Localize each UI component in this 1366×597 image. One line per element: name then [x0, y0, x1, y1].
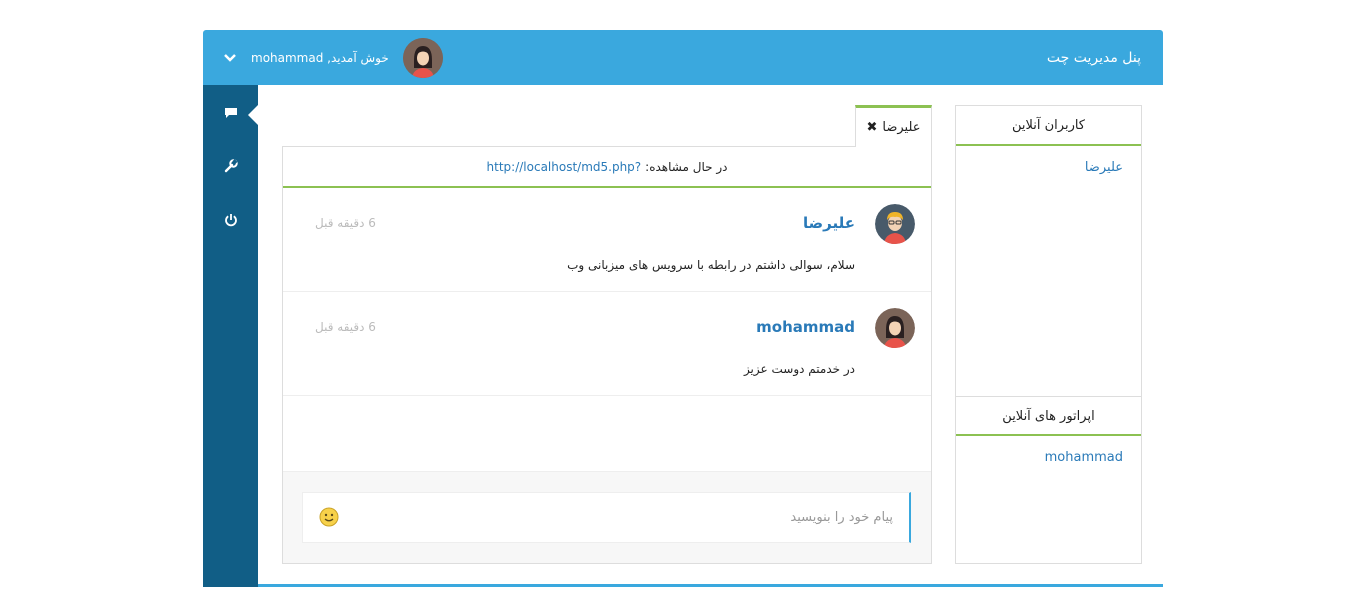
welcome-text: خوش آمدید, mohammad [251, 51, 389, 65]
online-operators-heading: اپراتور های آنلاین [956, 396, 1141, 436]
avatar [875, 204, 915, 244]
online-users-heading: کاربران آنلاین [956, 106, 1141, 146]
chat-window: در حال مشاهده: http://localhost/md5.php?… [282, 146, 932, 564]
message-time: 6 دقیقه قبل [315, 216, 376, 230]
user-menu[interactable]: خوش آمدید, mohammad [223, 38, 443, 78]
sidebar-item-chat[interactable] [203, 95, 258, 131]
chat-message: mohammad 6 دقیقه قبل در خدمتم دوست عزیز [283, 292, 931, 396]
chevron-down-icon[interactable] [223, 51, 237, 65]
sidebar-item-logout[interactable] [203, 203, 258, 239]
viewing-url-link[interactable]: http://localhost/md5.php? [487, 160, 642, 174]
top-bar: خوش آمدید, mohammad پنل مدیریت چت [203, 30, 1163, 85]
chat-area: ✖ علیرضا در حال مشاهده: http://localhost… [282, 105, 932, 564]
message-author: علیرضا [803, 214, 855, 232]
tab-chat-user[interactable]: ✖ علیرضا [855, 105, 932, 147]
message-input-wrapper [302, 492, 911, 543]
message-text: سلام، سوالی داشتم در رابطه با سرویس های … [567, 258, 855, 272]
power-icon [224, 212, 238, 231]
chat-admin-app: خوش آمدید, mohammad پنل مدیریت چت ✖ علیر… [203, 30, 1163, 587]
sidebar [203, 85, 258, 587]
message-author: mohammad [756, 318, 855, 336]
message-composer [283, 471, 931, 563]
smiley-icon[interactable] [319, 507, 339, 527]
close-icon[interactable]: ✖ [866, 120, 877, 135]
brand-title: پنل مدیریت چت [1046, 50, 1141, 66]
viewing-bar: در حال مشاهده: http://localhost/md5.php? [283, 147, 931, 188]
viewing-label: در حال مشاهده: [645, 159, 728, 174]
online-operators-list: mohammad [956, 436, 1141, 475]
avatar [875, 308, 915, 348]
sidebar-item-settings[interactable] [203, 149, 258, 185]
list-item-operator[interactable]: mohammad [1045, 450, 1123, 465]
online-users-list: علیرضا [956, 146, 1141, 396]
message-text: در خدمتم دوست عزیز [743, 362, 855, 376]
wrench-icon [224, 158, 238, 177]
tab-label: علیرضا [882, 120, 921, 135]
online-panel: کاربران آنلاین علیرضا اپراتور های آنلاین… [955, 105, 1142, 564]
chat-message: علیرضا 6 دقیقه قبل سلام، سوالی داشتم در … [283, 188, 931, 292]
message-time: 6 دقیقه قبل [315, 320, 376, 334]
list-item-user[interactable]: علیرضا [1085, 160, 1123, 175]
comment-icon [224, 104, 238, 123]
avatar[interactable] [402, 38, 443, 78]
message-input[interactable] [349, 493, 909, 542]
